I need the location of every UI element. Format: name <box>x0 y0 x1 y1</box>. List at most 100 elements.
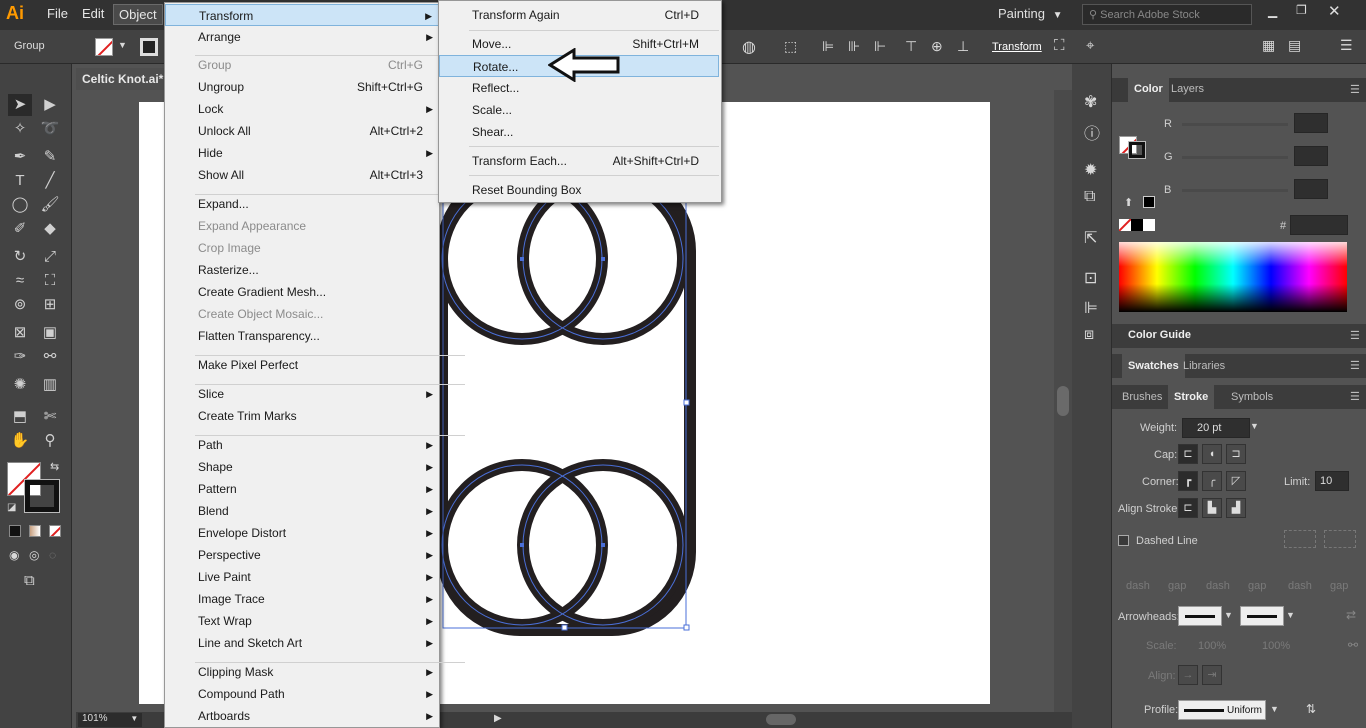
tab-color-guide[interactable]: Color Guide <box>1128 329 1191 341</box>
none-swatch[interactable] <box>1119 219 1131 231</box>
vertical-scrollbar-thumb[interactable] <box>1057 386 1069 416</box>
vertical-scrollbar[interactable] <box>1054 90 1072 712</box>
chevron-down-icon[interactable]: ▼ <box>1250 421 1259 431</box>
object-menu-item[interactable]: Transform ▶ <box>165 4 439 26</box>
tab-symbols[interactable]: Symbols <box>1231 391 1273 403</box>
object-menu-item[interactable]: Live Paint ▶ <box>165 566 439 588</box>
transform-menu-item[interactable]: Scale... <box>439 99 719 121</box>
panel-menu-icon[interactable]: ☰ <box>1350 390 1360 403</box>
weight-field[interactable]: 20 pt <box>1182 418 1250 438</box>
object-menu-item[interactable]: Blend ▶ <box>165 500 439 522</box>
horizontal-scrollbar-thumb[interactable] <box>766 714 796 725</box>
round-join-button[interactable]: ╭ <box>1202 471 1222 491</box>
color-stroke-swatch[interactable] <box>1128 141 1146 159</box>
arrow-align-place-button[interactable]: ⇥ <box>1202 665 1222 685</box>
align-outside-stroke-button[interactable]: ▟ <box>1226 498 1246 518</box>
appearance-icon[interactable]: ✾ <box>1084 92 1097 112</box>
out-of-gamut-icon[interactable]: ⬆ <box>1124 196 1133 209</box>
round-cap-button[interactable]: ◖ <box>1202 444 1222 464</box>
r-value-field[interactable] <box>1294 113 1328 133</box>
transform-menu-item[interactable]: Reset Bounding Box <box>439 179 719 201</box>
next-artboard-icon[interactable]: ▶ <box>494 713 502 724</box>
object-menu-item[interactable]: Flatten Transparency... <box>165 325 439 347</box>
g-slider[interactable] <box>1182 156 1288 159</box>
object-menu-item[interactable]: Perspective ▶ <box>165 544 439 566</box>
object-menu-item[interactable]: Ungroup Shift+Ctrl+G <box>165 76 439 98</box>
profile-select[interactable]: Uniform <box>1178 700 1266 720</box>
white-swatch[interactable] <box>1143 219 1155 231</box>
object-menu-item[interactable]: Show All Alt+Ctrl+3 <box>165 164 439 186</box>
limit-field[interactable]: 10 <box>1315 471 1349 491</box>
panel-menu-icon[interactable]: ☰ <box>1350 329 1360 342</box>
transform-panel-icon[interactable]: ⊡ <box>1084 268 1097 288</box>
object-menu-item[interactable]: Make Pixel Perfect <box>165 354 439 376</box>
arrow-align-extend-button[interactable]: → <box>1178 665 1198 685</box>
black-swatch[interactable] <box>1143 196 1155 208</box>
object-menu-item[interactable]: Clipping Mask ▶ <box>165 661 439 683</box>
object-menu-item[interactable]: Expand... <box>165 193 439 215</box>
object-menu-item[interactable]: Rasterize... <box>165 259 439 281</box>
panel-menu-icon[interactable]: ☰ <box>1350 359 1360 372</box>
transform-menu-item[interactable]: Transform Each... Alt+Shift+Ctrl+D <box>439 150 719 172</box>
bevel-join-button[interactable]: ◸ <box>1226 471 1246 491</box>
flip-profile-icon[interactable]: ⇅ <box>1306 702 1316 716</box>
pathfinder-icon[interactable]: ⧈ <box>1084 326 1094 344</box>
chevron-down-icon[interactable]: ▼ <box>1270 704 1279 714</box>
dash-align-icon[interactable] <box>1324 530 1356 548</box>
align-inside-stroke-button[interactable]: ▙ <box>1202 498 1222 518</box>
gap-3-label: gap <box>1330 580 1349 592</box>
miter-join-button[interactable]: ┏ <box>1178 471 1198 491</box>
transform-menu-item[interactable]: Shear... <box>439 121 719 143</box>
tab-layers[interactable]: Layers <box>1171 83 1204 95</box>
end-arrowhead-select[interactable] <box>1240 606 1284 626</box>
object-menu-item[interactable]: Unlock All Alt+Ctrl+2 <box>165 120 439 142</box>
panel-menu-icon[interactable]: ☰ <box>1350 83 1360 96</box>
tab-libraries[interactable]: Libraries <box>1183 360 1225 372</box>
butt-cap-button[interactable]: ⊏ <box>1178 444 1198 464</box>
hex-field[interactable] <box>1290 215 1348 235</box>
object-menu-item[interactable]: Slice ▶ <box>165 383 439 405</box>
projecting-cap-button[interactable]: ⊐ <box>1226 444 1246 464</box>
zoom-level-value: 101% <box>82 713 108 724</box>
chevron-down-icon[interactable]: ▼ <box>1224 610 1233 620</box>
object-menu-item[interactable]: Compound Path ▶ <box>165 683 439 705</box>
object-menu-item[interactable]: Shape ▶ <box>165 456 439 478</box>
tab-brushes[interactable]: Brushes <box>1122 391 1162 403</box>
object-menu-item[interactable]: Path ▶ <box>165 434 439 456</box>
b-slider[interactable] <box>1182 189 1288 192</box>
object-menu-item[interactable]: Lock ▶ <box>165 98 439 120</box>
g-value-field[interactable] <box>1294 146 1328 166</box>
object-menu-item[interactable]: Text Wrap ▶ <box>165 610 439 632</box>
tab-stroke[interactable]: Stroke <box>1168 385 1215 409</box>
tab-swatches[interactable]: Swatches <box>1122 354 1185 378</box>
swap-arrowheads-icon[interactable]: ⇄ <box>1346 608 1356 622</box>
artboards-icon[interactable]: ⧉ <box>1084 188 1095 206</box>
color-spectrum[interactable] <box>1119 242 1347 312</box>
object-menu-item[interactable]: Hide ▶ <box>165 142 439 164</box>
object-menu-item[interactable]: Envelope Distort ▶ <box>165 522 439 544</box>
export-icon[interactable]: ⇱ <box>1084 228 1097 248</box>
brushes-icon[interactable]: ✹ <box>1084 160 1097 180</box>
chevron-down-icon[interactable]: ▼ <box>1286 610 1295 620</box>
transform-menu-item[interactable]: Transform Again Ctrl+D <box>439 4 719 26</box>
info-icon[interactable]: ⓘ <box>1084 120 1100 144</box>
zoom-level-field[interactable]: 101% ▼ <box>78 713 142 727</box>
object-menu-item[interactable]: Create Gradient Mesh... <box>165 281 439 303</box>
r-slider[interactable] <box>1182 123 1288 126</box>
object-menu-item[interactable]: Arrange ▶ <box>165 26 439 48</box>
object-menu-item[interactable]: Artboards ▶ <box>165 705 439 727</box>
object-menu-item[interactable]: Line and Sketch Art ▶ <box>165 632 439 654</box>
object-menu-item[interactable]: Create Trim Marks <box>165 405 439 427</box>
dash-preserve-icon[interactable] <box>1284 530 1316 548</box>
tab-color[interactable]: Color <box>1128 78 1169 102</box>
link-scale-icon[interactable]: ⚯ <box>1348 638 1358 652</box>
dashed-line-checkbox[interactable] <box>1118 535 1129 546</box>
b-value-field[interactable] <box>1294 179 1328 199</box>
stroke-panel-tabs: Brushes Stroke Symbols ☰ <box>1112 385 1366 409</box>
black-swatch-2[interactable] <box>1131 219 1143 231</box>
object-menu-item[interactable]: Image Trace ▶ <box>165 588 439 610</box>
align-panel-icon[interactable]: ⊫ <box>1084 298 1098 318</box>
object-menu-item[interactable]: Pattern ▶ <box>165 478 439 500</box>
align-center-stroke-button[interactable]: ⊏ <box>1178 498 1198 518</box>
start-arrowhead-select[interactable] <box>1178 606 1222 626</box>
